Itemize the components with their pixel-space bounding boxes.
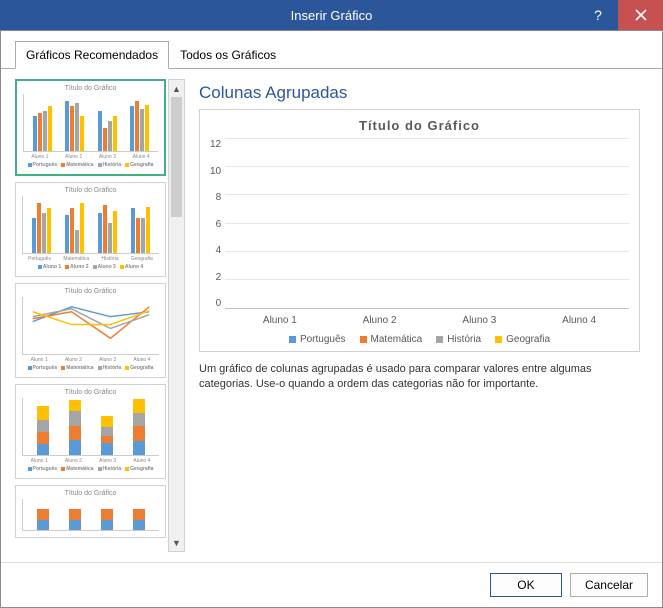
tab-strip: Gráficos Recomendados Todos os Gráficos (1, 31, 662, 69)
window-controls: ? (578, 0, 663, 30)
preview-pane: Colunas Agrupadas Título do Gráfico 12 1… (191, 79, 648, 552)
thumb-chart (22, 499, 159, 531)
thumbnail-list: Título do Gráfico Aluno 1Aluno 2Aluno 3A… (15, 79, 166, 552)
thumb-title: Título do Gráfico (22, 187, 159, 194)
thumb-legend: Português Matemática História Geografia (23, 162, 158, 168)
scroll-down-button[interactable]: ▼ (169, 534, 184, 551)
thumbnail-scrollbar[interactable]: ▲ ▼ (168, 79, 185, 552)
preview-chart-frame[interactable]: Título do Gráfico 12 10 8 6 4 2 0 (199, 109, 640, 352)
preview-plot-area: 12 10 8 6 4 2 0 (210, 139, 629, 309)
title-bar: Inserir Gráfico ? (0, 0, 663, 30)
cancel-button[interactable]: Cancelar (570, 573, 648, 597)
thumb-xlabels: PortuguêsMatemáticaHistóriaGeografia (22, 256, 159, 262)
legend-swatch-geografia (495, 336, 502, 343)
thumb-clustered-by-student[interactable]: Título do Gráfico Aluno 1Aluno 2Aluno 3A… (15, 79, 166, 176)
legend-swatch-historia (436, 336, 443, 343)
thumb-title: Título do Gráfico (22, 490, 159, 497)
thumbnail-column: Título do Gráfico Aluno 1Aluno 2Aluno 3A… (15, 79, 185, 552)
ok-button[interactable]: OK (490, 573, 562, 597)
content-area: Título do Gráfico Aluno 1Aluno 2Aluno 3A… (1, 69, 662, 562)
thumb-stacked-bar[interactable]: Título do Gráfico Aluno 1Aluno 2Aluno 3A… (15, 384, 166, 479)
window-title: Inserir Gráfico (0, 8, 663, 23)
thumb-clustered-by-subject[interactable]: Título do Gráfico PortuguêsMatemáticaHis… (15, 182, 166, 277)
thumb-xlabels: Aluno 1Aluno 2Aluno 3Aluno 4 (23, 154, 158, 160)
thumb-chart (22, 398, 159, 456)
chart-description: Um gráfico de colunas agrupadas é usado … (199, 362, 640, 392)
thumb-legend: Português Matemática História Geografia (22, 466, 159, 472)
preview-chart-title: Título do Gráfico (210, 118, 629, 133)
bars-area (225, 139, 629, 309)
close-icon (635, 9, 647, 21)
legend-swatch-portugues (289, 336, 296, 343)
preview-legend: Português Matemática História Geografia (210, 334, 629, 345)
tab-recommended[interactable]: Gráficos Recomendados (15, 41, 169, 69)
thumb-legend: Aluno 1 Aluno 2 Aluno 3 Aluno 4 (22, 264, 159, 270)
x-axis: Aluno 1 Aluno 2 Aluno 3 Aluno 4 (230, 315, 629, 326)
y-axis: 12 10 8 6 4 2 0 (210, 139, 225, 309)
dialog-body: Gráficos Recomendados Todos os Gráficos … (0, 30, 663, 608)
legend-swatch-matematica (360, 336, 367, 343)
thumb-xlabels: Aluno 1Aluno 2Aluno 3Aluno 4 (22, 357, 159, 363)
thumb-xlabels: Aluno 1Aluno 2Aluno 3Aluno 4 (22, 458, 159, 464)
thumb-title: Título do Gráfico (22, 389, 159, 396)
tab-all-charts[interactable]: Todos os Gráficos (169, 41, 287, 69)
thumb-legend: Português Matemática História Geografia (22, 365, 159, 371)
thumb-chart (23, 94, 158, 152)
thumb-title: Título do Gráfico (23, 85, 158, 92)
help-button[interactable]: ? (578, 0, 618, 30)
thumb-line-chart[interactable]: Título do Gráfico Aluno 1Aluno 2Aluno 3A… (15, 283, 166, 378)
dialog-footer: OK Cancelar (1, 562, 662, 607)
thumb-title: Título do Gráfico (22, 288, 159, 295)
scroll-thumb[interactable] (171, 97, 182, 217)
thumb-chart (22, 196, 159, 254)
preview-chart-type-title: Colunas Agrupadas (199, 83, 640, 103)
thumb-chart (22, 297, 159, 355)
scroll-track-space[interactable] (169, 217, 184, 534)
close-button[interactable] (618, 0, 663, 30)
thumb-stacked-bar-2[interactable]: Título do Gráfico (15, 485, 166, 538)
scroll-up-button[interactable]: ▲ (169, 80, 184, 97)
